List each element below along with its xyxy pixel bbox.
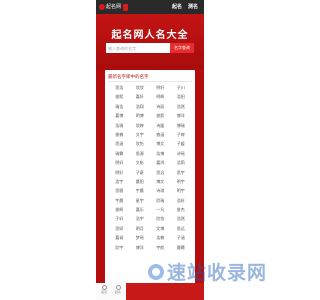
watermark-logo-icon xyxy=(148,263,164,280)
name-item[interactable]: 俊楠 xyxy=(109,131,130,139)
name-item[interactable]: 明辉 xyxy=(150,93,171,101)
name-item[interactable]: 宇晨 xyxy=(109,197,130,205)
name-item[interactable]: 浩楠 xyxy=(150,234,171,242)
name-item[interactable]: 一凡 xyxy=(150,206,171,214)
name-item[interactable]: 诗琪 xyxy=(150,187,171,195)
name-item[interactable]: 星宇 xyxy=(130,197,151,205)
name-item[interactable]: 诗辰 xyxy=(150,103,171,111)
name-item[interactable]: 浩宇 xyxy=(109,178,130,186)
name-item[interactable]: 梦瑶 xyxy=(130,234,151,242)
name-item[interactable]: 子媛 xyxy=(171,140,192,148)
name-item[interactable]: 浩博 xyxy=(150,150,171,158)
name-item[interactable]: 俊杰 xyxy=(171,206,192,214)
name-item[interactable]: 思源 xyxy=(130,150,151,158)
names-card: 最新名字库中的名字 思浩 欣欣 明轩 子川 俊熙 嘉轩 明辉 浩阳 瑞浩 浩翔 诗辰 浩然 嘉博 明博 俊熙… xyxy=(105,70,195,288)
bottom-home[interactable]: 首页 xyxy=(98,285,110,295)
page-title: 起名网人名大全 xyxy=(111,30,189,41)
name-item[interactable]: 明博 xyxy=(130,112,151,120)
name-item[interactable]: 子川 xyxy=(171,84,192,92)
name-item[interactable]: 嘉轩 xyxy=(130,93,151,101)
name-item[interactable]: 博文 xyxy=(150,140,171,148)
name-item[interactable]: 欣欣 xyxy=(130,84,151,92)
name-item[interactable]: 子轩 xyxy=(109,215,130,223)
name-item[interactable]: 浩然 xyxy=(171,215,192,223)
name-item[interactable]: 子豪 xyxy=(130,169,151,177)
name-item[interactable]: 嘉鸿 xyxy=(150,159,171,167)
name-item[interactable]: 明轩 xyxy=(109,159,130,167)
name-item[interactable]: 宇航 xyxy=(150,244,171,252)
name-item[interactable]: 宇晨 xyxy=(130,187,151,195)
name-item[interactable]: 明轩 xyxy=(150,84,171,92)
bottom-bar: 首页 起名 xyxy=(96,283,126,300)
name-item[interactable]: 明轩 xyxy=(109,169,130,177)
name-item[interactable]: 俊熙 xyxy=(150,112,171,120)
name-item[interactable]: 瑞霖 xyxy=(109,150,130,158)
top-bar: 起名网 起名 测名 xyxy=(96,0,204,14)
bottom-banner[interactable] xyxy=(126,283,204,300)
name-item[interactable]: 思浩 xyxy=(109,84,130,92)
bottom-qiming-label: 起名 xyxy=(114,290,121,294)
name-item[interactable]: 子婷 xyxy=(171,131,192,139)
name-item[interactable]: 俊辉 xyxy=(109,206,130,214)
name-item[interactable]: 文博 xyxy=(150,225,171,233)
name-item[interactable]: 欣宇 xyxy=(109,244,130,252)
name-item[interactable]: 明月 xyxy=(130,225,151,233)
name-item[interactable]: 浩然 xyxy=(171,103,192,111)
names-grid: 思浩 欣欣 明轩 子川 俊熙 嘉轩 明辉 浩阳 瑞浩 浩翔 诗辰 浩然 嘉博 明博 俊熙 博洋 浩瑞 欣婷 诗媛 博瑞… xyxy=(109,84,191,252)
name-item[interactable]: 子涵 xyxy=(171,234,192,242)
watermark-text: 速站收录网 xyxy=(167,262,268,284)
name-item[interactable]: 明宇 xyxy=(171,178,192,186)
name-item[interactable]: 浩轩 xyxy=(171,197,192,205)
hero-section: 起名网人名大全 名字查询 xyxy=(96,14,204,70)
name-item[interactable]: 诗瑶 xyxy=(171,150,192,158)
name-item[interactable]: 博洋 xyxy=(171,112,192,120)
name-item[interactable]: 明宇 xyxy=(171,187,192,195)
name-item[interactable]: 欣怡 xyxy=(130,140,151,148)
name-item[interactable]: 嘉乐 xyxy=(130,206,151,214)
card-title: 最新名字库中的名字 xyxy=(108,75,149,80)
logo-text: 起名网 xyxy=(106,4,122,10)
watermark: 速站收录网 xyxy=(148,258,267,285)
bottom-home-label: 首页 xyxy=(100,290,107,294)
name-item[interactable]: 睿涵 xyxy=(150,131,171,139)
name-item[interactable]: 思涵 xyxy=(109,140,130,148)
nav-ceming-link[interactable]: 测名 xyxy=(188,3,198,11)
site-logo[interactable]: 起名网 xyxy=(99,3,129,11)
badge-icon xyxy=(123,3,129,11)
mobile-page: 起名网 起名 测名 起名网人名大全 名字查询 最新名字库中的名字 思浩欣欣明轩子… xyxy=(96,0,204,300)
name-item[interactable]: 欣瑞 xyxy=(150,197,171,205)
name-item[interactable]: 嘉诚 xyxy=(109,234,130,242)
search-bar: 名字查询 xyxy=(106,43,194,53)
name-item[interactable]: 浩宇 xyxy=(130,215,151,223)
name-item[interactable]: 思远 xyxy=(171,225,192,233)
name-item[interactable]: 欣怡 xyxy=(150,215,171,223)
name-item[interactable]: 嘉博 xyxy=(109,112,130,120)
name-item[interactable]: 欣婷 xyxy=(130,122,151,130)
name-item[interactable]: 博文 xyxy=(150,178,171,186)
nav-qiming-link[interactable]: 起名 xyxy=(172,3,182,11)
name-item[interactable]: 瑞浩 xyxy=(109,103,130,111)
name-item[interactable]: 文彬 xyxy=(130,159,151,167)
search-input[interactable] xyxy=(106,43,170,53)
name-item[interactable]: 思宇 xyxy=(171,169,192,177)
name-item[interactable]: 俊熙 xyxy=(109,93,130,101)
bottom-qiming[interactable]: 起名 xyxy=(112,285,124,295)
name-item[interactable]: 博瑞 xyxy=(171,122,192,130)
name-item[interactable]: 诗媛 xyxy=(150,122,171,130)
name-item[interactable]: 文宇 xyxy=(130,131,151,139)
name-item[interactable]: 浩阳 xyxy=(171,93,192,101)
divider xyxy=(108,81,192,82)
name-item[interactable]: 晨阳 xyxy=(130,178,151,186)
search-button[interactable]: 名字查询 xyxy=(170,43,194,53)
name-item[interactable]: 浩瑞 xyxy=(109,122,130,130)
name-item[interactable]: 思远 xyxy=(150,169,171,177)
name-item[interactable]: 浩莉 xyxy=(171,159,192,167)
name-item[interactable]: 晨曦 xyxy=(171,244,192,252)
name-item[interactable]: 浩翔 xyxy=(130,103,151,111)
logo-icon xyxy=(99,4,105,10)
name-item[interactable]: 思妍 xyxy=(109,225,130,233)
name-item[interactable]: 博洋 xyxy=(130,244,151,252)
name-item[interactable]: 思雅 xyxy=(109,187,130,195)
top-nav: 起名 测名 xyxy=(172,3,198,11)
